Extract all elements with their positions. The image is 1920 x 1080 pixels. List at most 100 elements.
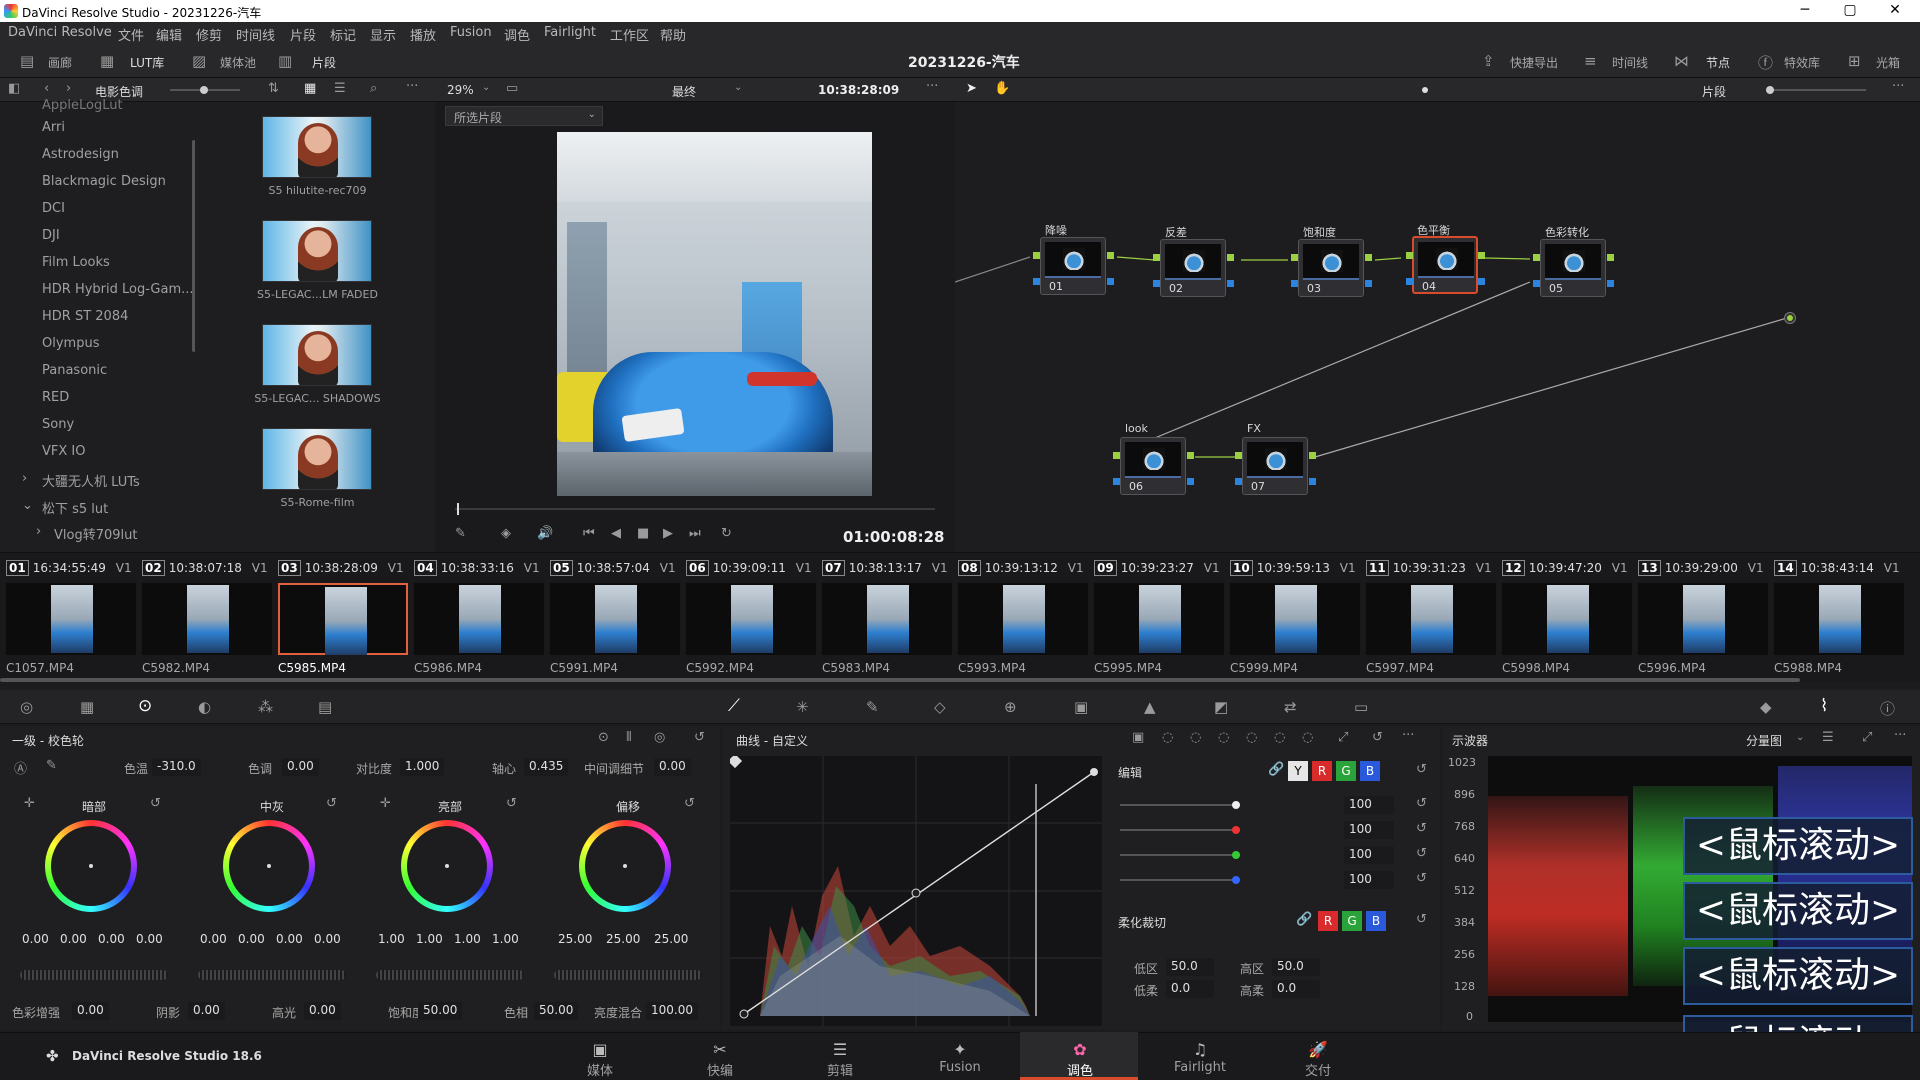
lift-master-slider[interactable] [20,970,168,980]
tree-item-olympus[interactable]: Olympus [42,336,99,351]
tree-item-dci[interactable]: DCI [42,201,65,216]
play-reverse-icon[interactable]: ◀ [611,526,621,541]
eyedropper-icon[interactable]: ✎ [46,758,57,773]
eyedropper-icon[interactable]: ✎ [455,526,466,541]
menu-color[interactable]: 调色 [504,25,530,44]
gain-value[interactable]: 1.00 [454,932,481,946]
hand-tool-icon[interactable]: ✋ [994,81,1010,96]
lut-thumb[interactable] [262,324,372,386]
clip-thumbnail[interactable] [1638,583,1768,655]
skip-end-icon[interactable]: ⏭ [689,526,701,541]
offset-value[interactable]: 25.00 [606,932,640,946]
close-button[interactable]: ✕ [1875,2,1915,18]
sizing-icon[interactable]: ⇄ [1284,698,1297,716]
reset-icon[interactable]: ↺ [1416,912,1427,927]
lum-sat-icon[interactable]: ◌ [1246,730,1257,745]
highlights-field[interactable]: 0.00 [304,1002,341,1020]
gallery-button[interactable]: 画廊 [48,54,72,71]
intensity-slider-b[interactable] [1120,876,1240,884]
soft-g-button[interactable]: G [1342,911,1362,931]
clip-thumbnail[interactable] [414,583,544,655]
tree-item-hdr-st2084[interactable]: HDR ST 2084 [42,309,128,324]
expand-icon[interactable]: ⤢ [1338,730,1348,745]
curve-mode-icon[interactable]: ▣ [1132,730,1144,745]
hdr-wheels-icon[interactable]: ◐ [198,698,211,716]
menu-fusion[interactable]: Fusion [450,25,492,40]
page-media[interactable]: ▣ 媒体 [560,1040,640,1079]
menu-help[interactable]: 帮助 [660,25,686,44]
offset-value[interactable]: 25.00 [558,932,592,946]
maximize-button[interactable]: ▢ [1830,2,1870,18]
hue-lum-icon[interactable]: ◌ [1218,730,1229,745]
link-icon[interactable]: 🔗 [1268,762,1284,777]
low-soft-field[interactable]: 0.0 [1166,980,1214,998]
clip-thumbnail[interactable] [1502,583,1632,655]
expand-icon[interactable]: ⤢ [1862,730,1872,745]
grid-view-icon[interactable]: ▦ [304,81,316,96]
page-edit[interactable]: ☰ 剪辑 [800,1040,880,1079]
node-03[interactable]: 03 [1291,239,1372,297]
more-options-icon[interactable]: ··· [406,79,418,94]
tree-expand-icon[interactable]: › [36,524,41,539]
menu-workspace[interactable]: 工作区 [610,25,649,44]
page-fusion[interactable]: ✦ Fusion [920,1040,1000,1075]
gamma-master-slider[interactable] [198,970,346,980]
quick-export-button[interactable]: 快捷导出 [1510,54,1558,71]
reset-icon[interactable]: ↺ [326,796,337,811]
key-icon[interactable]: ◩ [1214,698,1228,716]
auto-balance-icon[interactable]: Ⓐ [14,758,27,777]
tree-item-blackmagic[interactable]: Blackmagic Design [42,174,166,189]
reset-icon[interactable]: ↺ [506,796,517,811]
nodes-button[interactable]: 节点 [1706,54,1730,71]
tree-item-partial[interactable]: AppleLogLut [42,98,123,113]
lightbox-button[interactable]: 光箱 [1876,54,1900,71]
clip-thumbnail[interactable] [686,583,816,655]
curves-icon[interactable]: ⟋ [728,696,740,716]
lum-mix-field[interactable]: 100.00 [646,1002,698,1020]
clips-button[interactable]: 片段 [312,54,336,71]
low-field[interactable]: 50.0 [1166,958,1214,976]
qualifier-icon[interactable]: ✎ [866,698,879,716]
volume-icon[interactable]: 🔊 [537,526,553,541]
clip-thumbnail[interactable] [142,583,272,655]
clip-thumbnail[interactable] [1230,583,1360,655]
back-icon[interactable]: ‹ [44,81,49,96]
menu-trim[interactable]: 修剪 [196,25,222,44]
mid-detail-field[interactable]: 0.00 [654,758,691,776]
clip-thumbnail[interactable] [1774,583,1904,655]
tree-group-dji-drone[interactable]: 大疆无人机 LUTs [42,471,140,490]
node-04[interactable]: 04 [1406,236,1485,294]
contrast-field[interactable]: 1.000 [400,758,445,776]
lut-thumb[interactable] [262,220,372,282]
node-07[interactable]: 07 [1235,437,1316,495]
tree-collapse-icon[interactable]: ⌄ [22,498,33,513]
info-icon[interactable]: ⓘ [1880,698,1895,719]
tree-item-vfxio[interactable]: VFX IO [42,444,85,459]
color-boost-field[interactable]: 0.00 [72,1002,109,1020]
panel-toggle-icon[interactable]: ◧ [8,81,20,96]
intensity-g-field[interactable]: 100 [1344,846,1394,864]
lift-value[interactable]: 0.00 [98,932,125,946]
tree-group-s5[interactable]: 松下 s5 lut [42,498,108,517]
gain-value[interactable]: 1.00 [378,932,405,946]
forward-icon[interactable]: › [66,81,71,96]
viewer-image[interactable] [557,132,872,496]
sat-lum-icon[interactable]: ◌ [1302,730,1313,745]
clip-thumbnail[interactable] [1366,583,1496,655]
node-02[interactable]: 02 [1153,239,1234,297]
sort-icon[interactable]: ⇅ [268,81,279,96]
lift-wheel[interactable] [45,820,137,912]
reset-icon[interactable]: ↺ [1416,796,1427,811]
tracker-icon[interactable]: ⊕ [1004,698,1017,716]
scope-more-icon[interactable]: ··· [1894,728,1906,743]
rgb-mixer-icon[interactable]: ⁂ [258,698,273,716]
page-fairlight[interactable]: ♫ Fairlight [1160,1040,1240,1075]
channel-b-button[interactable]: B [1360,761,1380,781]
chevron-down-icon[interactable]: ⌄ [482,82,490,93]
reset-icon[interactable]: ↺ [684,796,695,811]
tree-item-sony[interactable]: Sony [42,417,74,432]
channel-r-button[interactable]: R [1312,761,1332,781]
link-icon[interactable]: 🔗 [1296,912,1312,927]
crosshair-icon[interactable]: ✛ [380,796,391,811]
tree-item-panasonic[interactable]: Panasonic [42,363,107,378]
